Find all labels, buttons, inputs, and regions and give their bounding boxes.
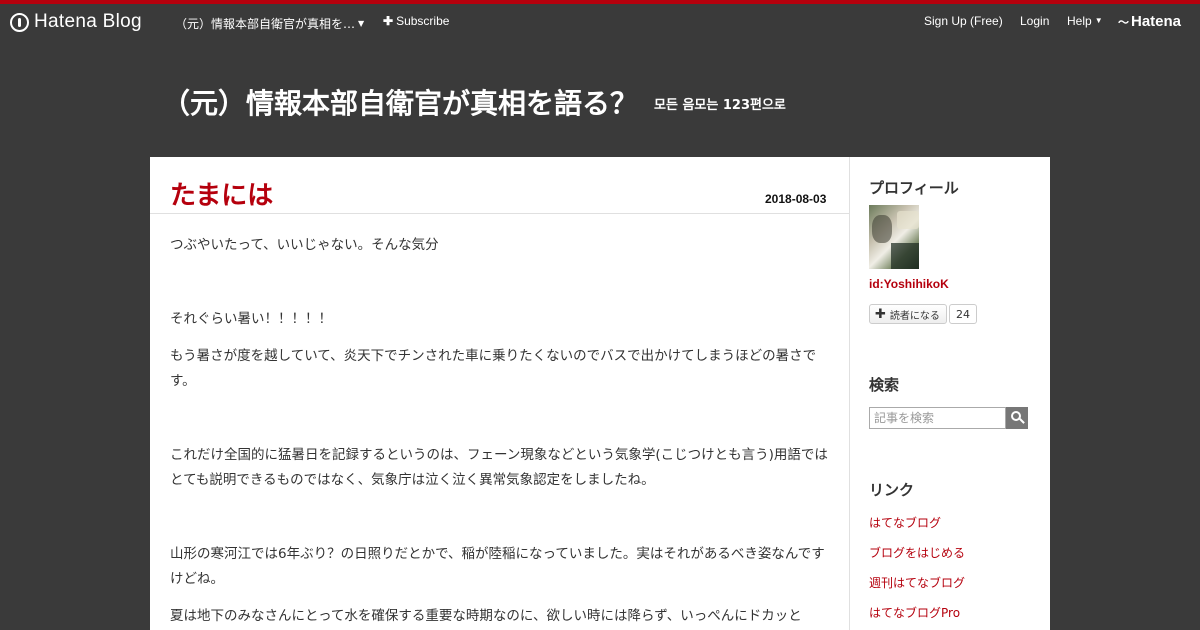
help-dropdown[interactable]: Help ▼ bbox=[1067, 14, 1103, 28]
entry-paragraph: これだけ全国的に猛暑日を記録するというのは、フェーン現象などという気象学(こじつ… bbox=[170, 447, 828, 488]
help-label: Help bbox=[1067, 14, 1092, 28]
profile-id-link[interactable]: id:YoshihikoK bbox=[869, 277, 949, 291]
hatena-label: Hatena bbox=[1131, 13, 1182, 30]
blog-header: （元）情報本部自衛官が真相を語る？ 모든 음모는 123편으로 bbox=[162, 82, 786, 122]
avatar[interactable] bbox=[869, 205, 919, 269]
blog-title-link[interactable]: （元）情報本部自衛官が真相を語る？ bbox=[162, 82, 638, 122]
hatena-blog-brand-link[interactable]: Hatena Blog bbox=[10, 11, 142, 33]
sidebar-link-weekly[interactable]: 週刊はてなブログ bbox=[869, 574, 965, 591]
follow-label: 読者になる bbox=[889, 310, 940, 322]
sidebar-link-start-blog[interactable]: ブログをはじめる bbox=[869, 544, 965, 561]
signup-link[interactable]: Sign Up (Free) bbox=[924, 14, 1003, 28]
caret-down-icon: ▼ bbox=[358, 19, 365, 28]
subscribe-label: Subscribe bbox=[396, 14, 450, 28]
follower-count-badge[interactable]: 24 bbox=[949, 304, 977, 324]
profile-heading: プロフィール bbox=[869, 179, 959, 197]
main-column: たまには 2018-08-03 つぶやいたって、いいじゃない。そんな気分 それぐ… bbox=[150, 157, 850, 630]
links-heading: リンク bbox=[869, 481, 915, 499]
caret-down-icon: ▼ bbox=[1094, 16, 1103, 25]
entry-body: つぶやいたって、いいじゃない。そんな気分 それぐらい暑い！！！！！ もう暑さが度… bbox=[170, 233, 830, 630]
search-icon-handle bbox=[1019, 418, 1025, 424]
global-header: Hatena Blog （元）情報本部自衛官が真相を… ▼ ✚ Subscribe … bbox=[0, 4, 1200, 40]
search-input[interactable] bbox=[869, 407, 1006, 429]
avatar-detail bbox=[897, 211, 919, 229]
hatena-logo-icon: 〜 bbox=[1118, 16, 1129, 29]
entry-paragraph: つぶやいたって、いいじゃない。そんな気分 bbox=[170, 237, 439, 253]
entry-header: たまには 2018-08-03 bbox=[150, 157, 849, 214]
hatena-blog-logo-icon bbox=[10, 12, 29, 32]
brand-label: Hatena Blog bbox=[34, 11, 142, 32]
sidebar: プロフィール id:YoshihikoK ✚読者になる 24 検索 リンク はて… bbox=[850, 157, 1050, 630]
sidebar-link-hatena-blog[interactable]: はてなブログ bbox=[869, 514, 941, 531]
entry-paragraph: それぐらい暑い！！！！！ bbox=[170, 311, 332, 327]
entry-paragraph: 夏は地下のみなさんにとって水を確保する重要な時期なのに、欲しい時には降らず、いっ… bbox=[170, 608, 802, 624]
avatar-detail bbox=[872, 215, 892, 243]
blog-menu-label: （元）情報本部自衛官が真相を… bbox=[175, 17, 356, 31]
search-button[interactable] bbox=[1006, 407, 1028, 429]
entry-title-link[interactable]: たまには bbox=[170, 175, 273, 212]
content-area: たまには 2018-08-03 つぶやいたって、いいじゃない。そんな気分 それぐ… bbox=[150, 157, 1050, 630]
follow-button[interactable]: ✚ 読者になる bbox=[869, 304, 947, 324]
login-link[interactable]: Login bbox=[1020, 14, 1049, 28]
plus-icon: ✚ bbox=[875, 306, 886, 322]
blog-menu-dropdown[interactable]: （元）情報本部自衛官が真相を… ▼ bbox=[175, 15, 364, 32]
plus-icon: ✚ bbox=[383, 14, 394, 28]
sidebar-link-pro[interactable]: はてなブログPro bbox=[869, 604, 960, 621]
search-heading: 検索 bbox=[869, 376, 900, 394]
entry-paragraph: 山形の寒河江では6年ぶり？の日照りだとかで、稲が陸稲になっていました。実はそれが… bbox=[170, 546, 825, 587]
entry-date-link[interactable]: 2018-08-03 bbox=[765, 192, 826, 206]
subscribe-button[interactable]: ✚ Subscribe bbox=[383, 14, 449, 28]
entry-paragraph: もう暑さが度を越していて、炎天下でチンされた車に乗りたくないのでバスで出かけてし… bbox=[170, 348, 817, 389]
blog-description: 모든 음모는 123편으로 bbox=[654, 98, 786, 113]
avatar-detail bbox=[891, 243, 919, 269]
hatena-home-link[interactable]: 〜 Hatena bbox=[1118, 13, 1181, 30]
